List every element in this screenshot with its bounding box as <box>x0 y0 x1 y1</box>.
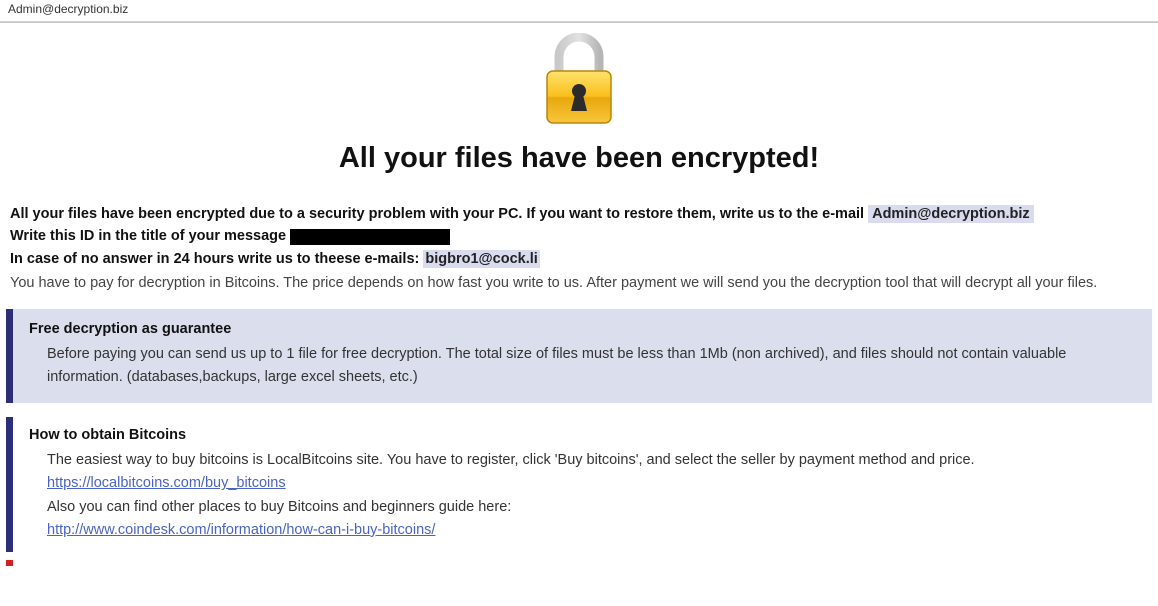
intro-line3: In case of no answer in 24 hours write u… <box>10 251 423 267</box>
scroll-area[interactable]: All your files have been encrypted! All … <box>0 23 1158 606</box>
bitcoin-link-1[interactable]: https://localbitcoins.com/buy_bitcoins <box>47 475 286 491</box>
lock-icon <box>537 33 621 129</box>
window-titlebar: Admin@decryption.biz <box>0 0 1158 22</box>
intro-line2: Write this ID in the title of your messa… <box>10 228 290 244</box>
contact-email-secondary: bigbro1@cock.li <box>423 250 539 268</box>
bitcoin-body-line1: The easiest way to buy bitcoins is Local… <box>47 452 975 468</box>
bitcoin-body-line2: Also you can find other places to buy Bi… <box>47 499 511 515</box>
main-heading: All your files have been encrypted! <box>6 142 1152 175</box>
ransom-note: All your files have been encrypted! All … <box>6 29 1152 566</box>
bitcoin-body: The easiest way to buy bitcoins is Local… <box>29 449 1136 542</box>
bitcoin-title: How to obtain Bitcoins <box>29 427 1136 443</box>
free-decryption-box: Free decryption as guarantee Before payi… <box>6 309 1152 403</box>
contact-email-primary: Admin@decryption.biz <box>868 205 1034 223</box>
intro-paragraph: All your files have been encrypted due t… <box>6 203 1152 270</box>
window-body: All your files have been encrypted! All … <box>0 22 1158 606</box>
free-decryption-body: Before paying you can send us up to 1 fi… <box>29 343 1136 389</box>
window-title: Admin@decryption.biz <box>8 2 128 16</box>
next-section-stub <box>6 560 13 566</box>
redacted-id <box>290 229 450 245</box>
intro-line1: All your files have been encrypted due t… <box>10 206 868 222</box>
bitcoin-box: How to obtain Bitcoins The easiest way t… <box>6 417 1152 552</box>
lock-icon-wrap <box>6 29 1152 134</box>
free-decryption-title: Free decryption as guarantee <box>29 321 1136 337</box>
bitcoin-link-2[interactable]: http://www.coindesk.com/information/how-… <box>47 522 435 538</box>
payment-info-line: You have to pay for decryption in Bitcoi… <box>6 272 1152 294</box>
